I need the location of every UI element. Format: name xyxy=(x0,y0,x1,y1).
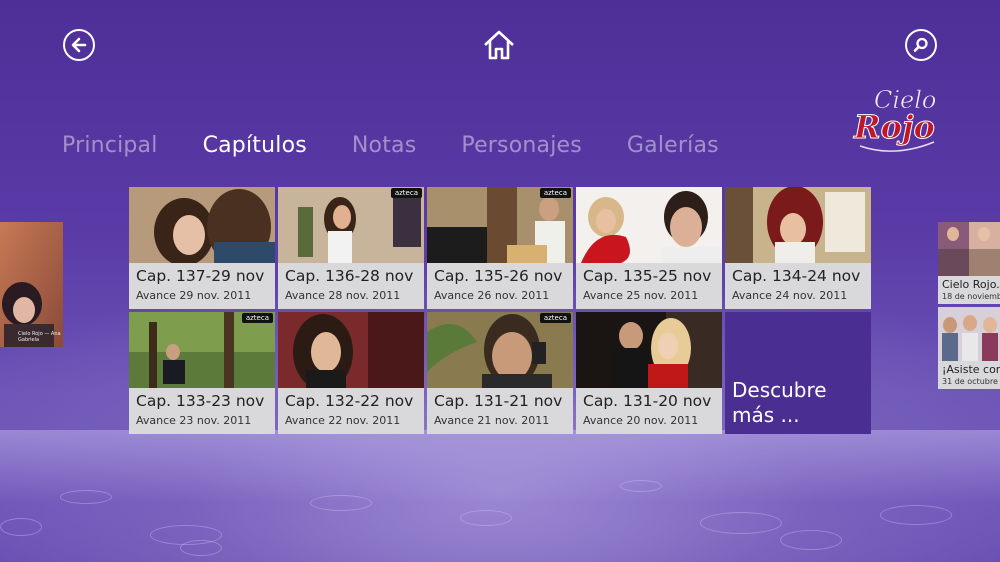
tab-principal[interactable]: Principal xyxy=(62,133,158,158)
search-button[interactable] xyxy=(904,28,938,62)
news-date: 31 de octubre d xyxy=(942,377,1000,386)
episode-tile[interactable]: azteca Cap. 136-28 nov Avance 28 nov. 20… xyxy=(278,187,424,309)
channel-badge: azteca xyxy=(390,188,422,198)
episode-caption: Cap. 137-29 nov Avance 29 nov. 2011 xyxy=(129,263,275,309)
news-thumbnail xyxy=(938,307,1000,361)
episode-tile[interactable]: Cap. 132-22 nov Avance 22 nov. 2011 xyxy=(278,312,424,434)
episode-title: Cap. 135-25 nov xyxy=(583,267,712,285)
channel-badge: azteca xyxy=(539,313,571,323)
episode-thumbnail xyxy=(427,312,573,388)
show-logo: Cielo Rojo xyxy=(850,80,940,160)
episode-subtitle: Avance 28 nov. 2011 xyxy=(285,289,401,302)
discover-more-line2: más ... xyxy=(732,403,800,427)
floor-glow xyxy=(0,430,1000,562)
news-thumbnail xyxy=(938,222,1000,276)
channel-badge: azteca xyxy=(539,188,571,198)
episode-title: Cap. 131-21 nov xyxy=(434,392,563,410)
home-button[interactable] xyxy=(482,28,516,62)
discover-more-tile[interactable]: Descubre más ... xyxy=(725,312,871,434)
tab-notas[interactable]: Notas xyxy=(352,133,417,158)
episode-caption: Cap. 135-26 nov Avance 26 nov. 2011 xyxy=(427,263,573,309)
episode-caption: Cap. 131-21 nov Avance 21 nov. 2011 xyxy=(427,388,573,434)
episode-thumbnail xyxy=(576,312,722,388)
news-tile[interactable]: ¡Asiste con 31 de octubre d xyxy=(938,307,1000,389)
episode-title: Cap. 135-26 nov xyxy=(434,267,563,285)
decor-bubble xyxy=(60,490,112,504)
episode-caption: Cap. 131-20 nov Avance 20 nov. 2011 xyxy=(576,388,722,434)
channel-badge: azteca xyxy=(241,313,273,323)
episode-title: Cap. 136-28 nov xyxy=(285,267,414,285)
discover-more-label: Descubre más ... xyxy=(732,378,827,428)
episode-caption: Cap. 136-28 nov Avance 28 nov. 2011 xyxy=(278,263,424,309)
peek-thumbnail xyxy=(0,222,63,347)
decor-bubble xyxy=(700,512,782,534)
episode-tile[interactable]: Cap. 135-25 nov Avance 25 nov. 2011 xyxy=(576,187,722,309)
peek-caption: Cielo Rojo — Ana Gabriela xyxy=(18,331,61,343)
tab-capitulos[interactable]: Capítulos xyxy=(203,133,307,158)
episode-subtitle: Avance 23 nov. 2011 xyxy=(136,414,252,427)
search-icon xyxy=(905,29,937,61)
next-section-peek: Cielo Rojo. 18 de noviembre ¡Asiste con … xyxy=(938,222,1000,392)
section-tabs: Principal Capítulos Notas Personajes Gal… xyxy=(62,133,764,158)
decor-bubble xyxy=(180,540,222,556)
discover-more-line1: Descubre xyxy=(732,378,827,402)
episode-caption: Cap. 132-22 nov Avance 22 nov. 2011 xyxy=(278,388,424,434)
episode-tile[interactable]: Cap. 134-24 nov Avance 24 nov. 2011 xyxy=(725,187,871,309)
episode-thumbnail xyxy=(725,187,871,263)
episode-caption: Cap. 134-24 nov Avance 24 nov. 2011 xyxy=(725,263,871,309)
episode-subtitle: Avance 25 nov. 2011 xyxy=(583,289,699,302)
back-arrow-icon xyxy=(63,29,95,61)
decor-bubble xyxy=(460,510,512,526)
episode-title: Cap. 131-20 nov xyxy=(583,392,712,410)
previous-section-peek[interactable]: Cielo Rojo — Ana Gabriela xyxy=(0,222,63,347)
episode-title: Cap. 134-24 nov xyxy=(732,267,861,285)
svg-text:Rojo: Rojo xyxy=(853,108,935,146)
episode-thumbnail xyxy=(278,187,424,263)
episode-caption: Cap. 135-25 nov Avance 25 nov. 2011 xyxy=(576,263,722,309)
news-title: ¡Asiste con xyxy=(942,363,1000,376)
episode-subtitle: Avance 26 nov. 2011 xyxy=(434,289,550,302)
decor-bubble xyxy=(310,495,372,511)
episode-tile[interactable]: Cap. 137-29 nov Avance 29 nov. 2011 xyxy=(129,187,275,309)
episode-subtitle: Avance 29 nov. 2011 xyxy=(136,289,252,302)
tab-personajes[interactable]: Personajes xyxy=(461,133,582,158)
episode-caption: Cap. 133-23 nov Avance 23 nov. 2011 xyxy=(129,388,275,434)
home-icon xyxy=(484,30,514,60)
tab-galerias[interactable]: Galerías xyxy=(627,133,719,158)
episodes-grid: Cap. 137-29 nov Avance 29 nov. 2011 azte… xyxy=(129,187,871,434)
episode-title: Cap. 132-22 nov xyxy=(285,392,414,410)
decor-bubble xyxy=(780,530,842,550)
decor-bubble xyxy=(0,518,42,536)
episode-thumbnail xyxy=(576,187,722,263)
episode-thumbnail xyxy=(427,187,573,263)
episode-subtitle: Avance 22 nov. 2011 xyxy=(285,414,401,427)
episode-tile[interactable]: azteca Cap. 133-23 nov Avance 23 nov. 20… xyxy=(129,312,275,434)
episode-tile[interactable]: Cap. 131-20 nov Avance 20 nov. 2011 xyxy=(576,312,722,434)
back-button[interactable] xyxy=(62,28,96,62)
news-title: Cielo Rojo. xyxy=(942,278,1000,291)
news-tile[interactable]: Cielo Rojo. 18 de noviembre xyxy=(938,222,1000,304)
episode-tile[interactable]: azteca Cap. 131-21 nov Avance 21 nov. 20… xyxy=(427,312,573,434)
news-date: 18 de noviembre xyxy=(942,292,1000,301)
episode-thumbnail xyxy=(278,312,424,388)
episode-thumbnail xyxy=(129,187,275,263)
episode-tile[interactable]: azteca Cap. 135-26 nov Avance 26 nov. 20… xyxy=(427,187,573,309)
decor-bubble xyxy=(880,505,952,525)
decor-bubble xyxy=(620,480,662,492)
episode-subtitle: Avance 24 nov. 2011 xyxy=(732,289,848,302)
episode-subtitle: Avance 20 nov. 2011 xyxy=(583,414,699,427)
episode-title: Cap. 137-29 nov xyxy=(136,267,265,285)
episode-title: Cap. 133-23 nov xyxy=(136,392,265,410)
episode-subtitle: Avance 21 nov. 2011 xyxy=(434,414,550,427)
episode-thumbnail xyxy=(129,312,275,388)
